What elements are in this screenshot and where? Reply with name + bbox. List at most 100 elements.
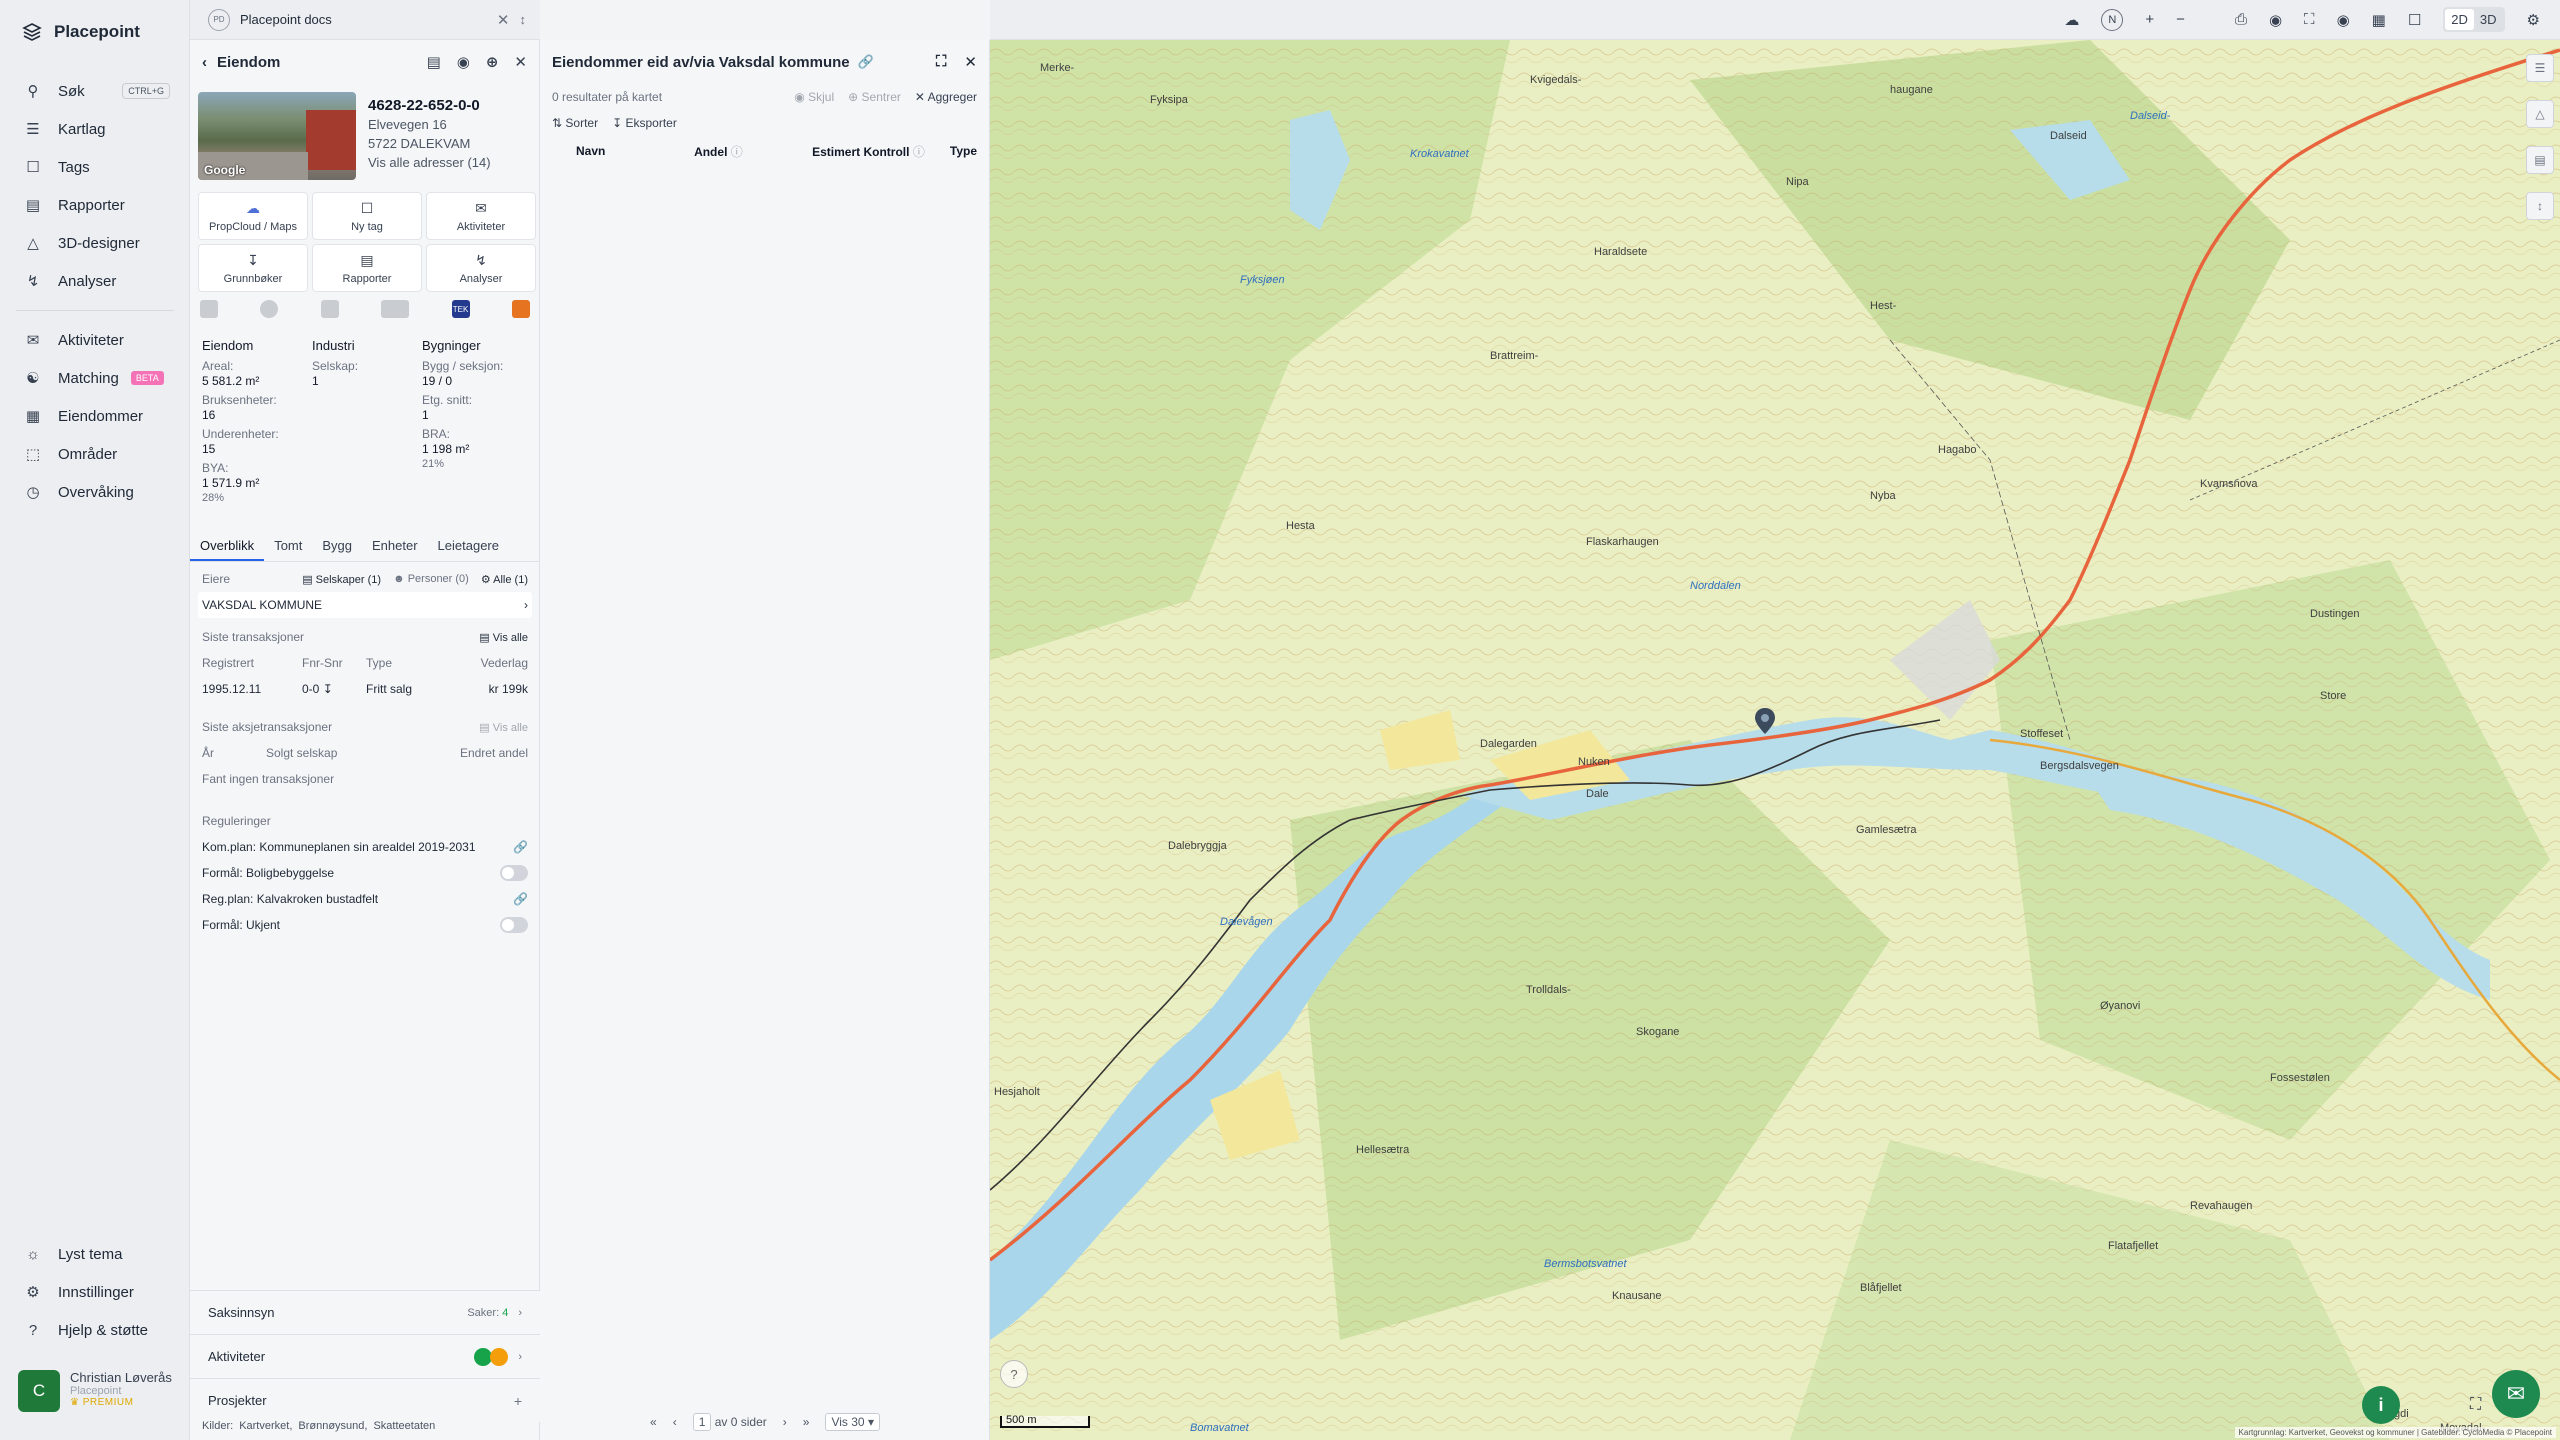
theme-toggle[interactable]: ☼ Lyst tema: [0, 1235, 190, 1273]
center-button[interactable]: ⊕ Sentrer: [848, 90, 901, 104]
cloud-layer-icon[interactable]: ☁: [2064, 11, 2079, 29]
regulation-item[interactable]: Formål: Boligbebyggelse: [198, 860, 532, 886]
sidebar-item-search[interactable]: ⚲ Søk CTRL+G: [0, 72, 190, 110]
sidebar-item-analyser[interactable]: ↯ Analyser: [0, 262, 190, 300]
close-icon[interactable]: ✕: [964, 53, 977, 71]
back-icon[interactable]: ‹: [202, 54, 207, 71]
aggregate-button[interactable]: ✕ Aggreger: [915, 90, 977, 104]
sidebar-item-help[interactable]: ? Hjelp & støtte: [0, 1311, 190, 1349]
close-icon[interactable]: ✕: [497, 11, 510, 29]
user-card[interactable]: C Christian Løverås Placepoint ♛ PREMIUM: [18, 1370, 172, 1412]
column-header[interactable]: Type: [950, 144, 977, 158]
expand-icon[interactable]: ⛶: [936, 53, 947, 71]
next-page-icon[interactable]: ›: [783, 1415, 787, 1429]
sort-button[interactable]: ⇅ Sorter: [552, 116, 598, 130]
companies-filter[interactable]: ▤ Selskaper (1): [302, 573, 381, 586]
owner-row[interactable]: VAKSDAL KOMMUNE ›: [198, 592, 532, 618]
sidebar-item-rapporter[interactable]: ▤ Rapporter: [0, 186, 190, 224]
tab-leietagere[interactable]: Leietagere: [428, 534, 509, 561]
propcloud-button[interactable]: ☁ PropCloud / Maps: [198, 192, 308, 240]
integration-logo-1[interactable]: [200, 300, 218, 318]
source-link[interactable]: Brønnøysund,: [298, 1420, 367, 1432]
docs-tab[interactable]: PD Placepoint docs ✕ ↕: [190, 0, 540, 40]
persons-filter[interactable]: ☻ Personer (0): [393, 573, 469, 586]
table-row[interactable]: 1995.12.11 0-0 ↧ Fritt salg kr 199k: [198, 676, 532, 702]
layers-icon[interactable]: ☰: [2526, 54, 2554, 82]
activities-row[interactable]: Aktiviteter ›: [190, 1334, 540, 1378]
eye-icon[interactable]: ◉: [2269, 11, 2282, 29]
source-link[interactable]: Skatteetaten: [373, 1420, 435, 1432]
projects-row[interactable]: Prosjekter +: [190, 1378, 540, 1422]
bookmark-icon[interactable]: ☐: [2408, 11, 2421, 29]
layer-toggle[interactable]: [500, 917, 528, 933]
tab-bygg[interactable]: Bygg: [312, 534, 362, 561]
map-pin-icon[interactable]: [1755, 708, 1775, 734]
target-icon[interactable]: ⊕: [486, 53, 499, 71]
hide-button[interactable]: ◉ Skjul: [794, 90, 834, 104]
street-view-photo[interactable]: Google: [198, 92, 356, 180]
analyses-button[interactable]: ↯ Analyser: [426, 244, 536, 292]
link-icon[interactable]: 🔗: [858, 54, 874, 70]
eye-icon[interactable]: ◉: [457, 53, 470, 71]
zoom-out-icon[interactable]: −: [2176, 11, 2185, 28]
prev-page-icon[interactable]: ‹: [673, 1415, 677, 1429]
layer-toggle[interactable]: [500, 865, 528, 881]
page-size-select[interactable]: Vis 30 ▾: [825, 1413, 880, 1431]
sidebar-item-matching[interactable]: ☯ Matching BETA: [0, 359, 190, 397]
sidebar-item-innstillinger[interactable]: ⚙ Innstillinger: [0, 1273, 190, 1311]
sidebar-item-3d-designer[interactable]: △ 3D-designer: [0, 224, 190, 262]
mode-3d-button[interactable]: 3D: [2474, 9, 2503, 30]
integration-logo-2[interactable]: [260, 300, 279, 318]
export-button[interactable]: ↧ Eksporter: [612, 116, 677, 130]
column-header[interactable]: Estimert Kontroll ⓘ: [812, 143, 950, 160]
show-all-link[interactable]: ▤ Vis alle: [479, 631, 528, 644]
reports-button[interactable]: ▤ Rapporter: [312, 244, 422, 292]
map-canvas[interactable]: Merke- Kvigedals- haugane Fyksipa Krokav…: [990, 40, 2560, 1440]
tab-overblikk[interactable]: Overblikk: [190, 534, 265, 561]
sidebar-item-overvaking[interactable]: ◷ Overvåking: [0, 473, 190, 511]
integration-logo-6[interactable]: [511, 300, 530, 318]
grunnboker-button[interactable]: ↧ Grunnbøker: [198, 244, 308, 292]
add-icon[interactable]: +: [514, 1393, 522, 1409]
source-link[interactable]: Kartverket,: [239, 1420, 292, 1432]
grid-icon[interactable]: ▦: [2372, 11, 2386, 29]
zoom-in-icon[interactable]: +: [2145, 11, 2154, 28]
fullscreen-icon[interactable]: ⛶: [2470, 1396, 2481, 1414]
info-icon[interactable]: i: [2362, 1386, 2400, 1424]
download-icon[interactable]: ↧: [323, 682, 333, 696]
sidebar-item-tags[interactable]: ☐ Tags: [0, 148, 190, 186]
compass-icon[interactable]: N: [2101, 8, 2124, 31]
ruler-icon[interactable]: ↕: [2526, 192, 2554, 220]
close-icon[interactable]: ✕: [514, 53, 527, 71]
regulation-item[interactable]: Reg.plan: Kalvakroken bustadfelt 🔗: [198, 886, 532, 912]
column-header[interactable]: Navn: [576, 144, 694, 158]
last-page-icon[interactable]: »: [803, 1415, 810, 1429]
integration-logo-3[interactable]: [320, 300, 339, 318]
id-card-icon[interactable]: ▤: [427, 53, 441, 71]
camera-icon[interactable]: ◉: [2337, 11, 2350, 29]
all-filter[interactable]: ⚙ Alle (1): [481, 573, 528, 586]
show-all-addresses-link[interactable]: Vis alle adresser (14): [368, 153, 533, 172]
column-header[interactable]: Andel ⓘ: [694, 143, 812, 160]
link-icon[interactable]: 🔗: [513, 840, 528, 854]
sidebar-item-kartlag[interactable]: ☰ Kartlag: [0, 110, 190, 148]
sidebar-item-aktiviteter[interactable]: ✉ Aktiviteter: [0, 321, 190, 359]
tab-enheter[interactable]: Enheter: [362, 534, 428, 561]
sidebar-item-eiendommer[interactable]: ▦ Eiendommer: [0, 397, 190, 435]
tab-tomt[interactable]: Tomt: [264, 534, 312, 561]
activities-button[interactable]: ✉ Aktiviteter: [426, 192, 536, 240]
mode-2d-button[interactable]: 2D: [2445, 9, 2474, 30]
sidebar-item-omrader[interactable]: ⬚ Områder: [0, 435, 190, 473]
chat-icon[interactable]: ✉: [2492, 1370, 2540, 1418]
print-icon[interactable]: ⎙: [2235, 11, 2247, 28]
regulation-item[interactable]: Formål: Ukjent: [198, 912, 532, 938]
show-all-link[interactable]: ▤ Vis alle: [479, 721, 528, 734]
fullscreen-icon[interactable]: ⛶: [2304, 11, 2315, 28]
link-icon[interactable]: 🔗: [513, 892, 528, 906]
bar-chart-icon[interactable]: ▤: [2526, 146, 2554, 174]
help-icon[interactable]: ?: [1000, 1360, 1028, 1388]
app-logo[interactable]: Placepoint: [22, 22, 140, 42]
terrain-icon[interactable]: △: [2526, 100, 2554, 128]
new-tag-button[interactable]: ☐ Ny tag: [312, 192, 422, 240]
saksinnsyn-row[interactable]: Saksinnsyn Saker: 4 ›: [190, 1290, 540, 1334]
